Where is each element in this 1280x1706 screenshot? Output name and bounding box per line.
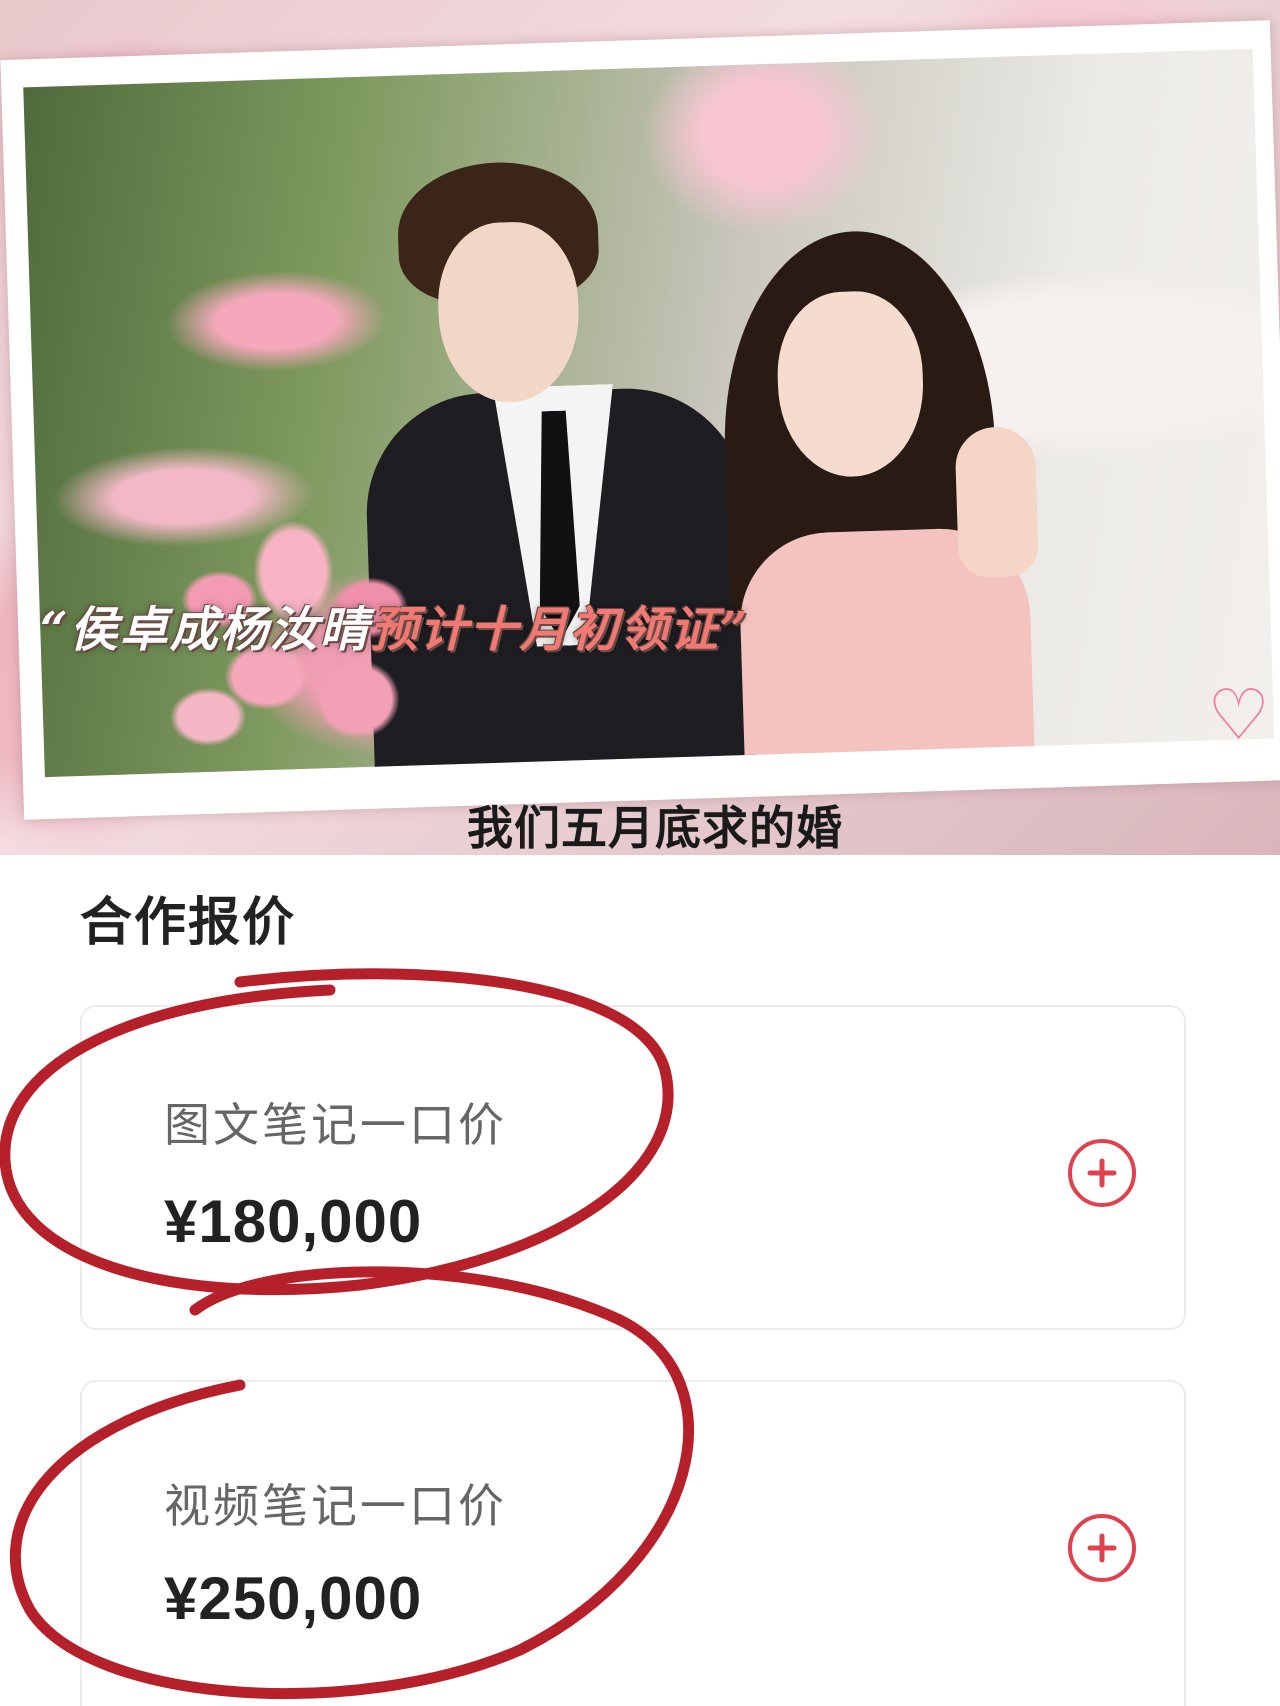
section-title: 合作报价 bbox=[80, 894, 297, 952]
headline-part1: “侯卓成杨汝晴 bbox=[40, 602, 370, 658]
add-button[interactable] bbox=[1068, 1139, 1136, 1207]
price-card-label: 图文笔记一口价 bbox=[164, 1099, 507, 1151]
photo-frame bbox=[0, 20, 1280, 820]
video-subtitle: 我们五月底求的婚 bbox=[467, 801, 843, 855]
price-card-value: ¥180,000 bbox=[164, 1188, 423, 1255]
couple-photo bbox=[23, 48, 1275, 778]
price-card-image-note[interactable]: 图文笔记一口价 ¥180,000 bbox=[80, 1005, 1186, 1330]
photo-headline: “侯卓成杨汝晴预计十月初领证” bbox=[40, 590, 749, 660]
price-card-video-note[interactable]: 视频笔记一口价 ¥250,000 bbox=[80, 1380, 1186, 1706]
plus-circle-icon bbox=[1087, 1533, 1117, 1563]
plus-circle-icon bbox=[1087, 1158, 1117, 1188]
price-card-value: ¥250,000 bbox=[164, 1565, 423, 1632]
heart-icon: ♡ bbox=[1207, 674, 1270, 756]
video-thumbnail: “侯卓成杨汝晴预计十月初领证” ♡ 我们五月底求的婚 bbox=[0, 0, 1280, 855]
price-card-label: 视频笔记一口价 bbox=[164, 1480, 507, 1532]
add-button[interactable] bbox=[1068, 1514, 1136, 1582]
headline-part2: 预计十月初领证” bbox=[369, 602, 750, 658]
woman-figure bbox=[718, 225, 1065, 778]
